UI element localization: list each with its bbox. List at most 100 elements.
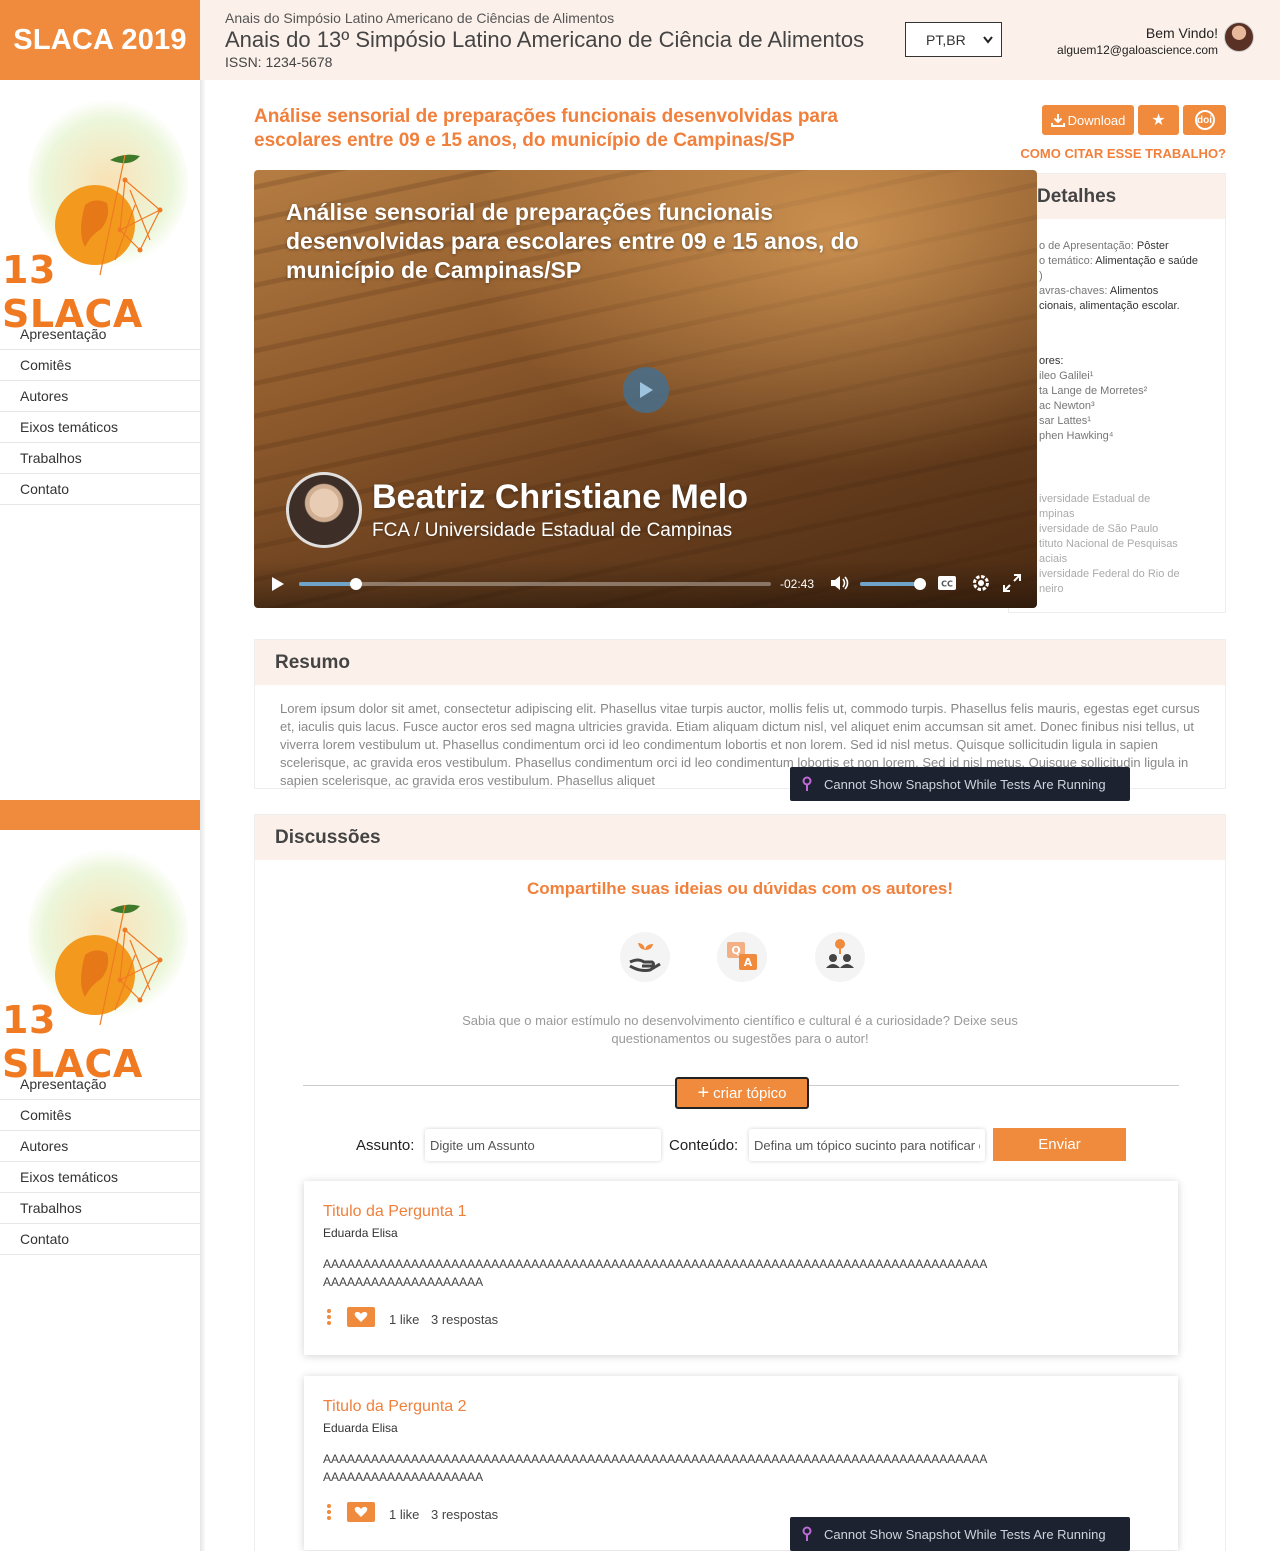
language-select[interactable]: PT,BR [905,22,1002,57]
like-count: 1 like [389,1507,420,1522]
snapshot-warning-text: Cannot Show Snapshot While Tests Are Run… [824,1526,1106,1542]
progress-handle[interactable] [349,578,362,590]
sidebar-item-trabalhos[interactable]: Trabalhos [0,1193,200,1224]
question-stats: 1 like 3 respostas [389,1507,498,1522]
captions-icon[interactable]: CC [937,575,957,591]
send-button[interactable]: Enviar [993,1128,1126,1161]
sidebar-item-autores[interactable]: Autores [0,1131,200,1162]
detail-row: o temático: Alimentação e saúde [1039,255,1198,267]
fullscreen-icon[interactable] [1003,574,1021,592]
question-title[interactable]: Titulo da Pergunta 1 [323,1203,467,1221]
heart-icon [354,1311,368,1322]
question-author: Eduarda Elisa [323,1226,398,1240]
cite-link[interactable]: COMO CITAR ESSE TRABALHO? [1020,146,1226,161]
author-item[interactable]: phen Hawking⁴ [1039,429,1225,444]
pin-icon [802,1526,812,1541]
issn-label: ISSN: 1234-5678 [225,54,333,70]
snapshot-warning-toast: Cannot Show Snapshot While Tests Are Run… [790,767,1130,801]
play-icon[interactable] [271,576,285,592]
discussoes-heading: Discussões [255,815,1225,860]
sidebar-item-autores[interactable]: Autores [0,381,200,412]
sidebar-repeat: 13 SLACA Apresentação Comitês Autores Ei… [0,800,200,1551]
authors-label: ores: [1039,355,1064,367]
details-body: o de Apresentação: Pôster o temático: Al… [1009,219,1225,597]
sidebar-item-contato[interactable]: Contato [0,474,200,505]
discussion-illustrations: QA [620,932,870,984]
presenter-photo [286,472,362,548]
svg-text:A: A [744,956,753,969]
like-count: 1 like [389,1312,420,1327]
presenter-affiliation: FCA / Universidade Estadual de Campinas [372,520,733,541]
discussoes-card: Discussões Compartilhe suas ideias ou dú… [254,814,1226,1551]
question-answer-icon: QA [717,932,767,982]
settings-gear-icon[interactable] [971,573,991,593]
sidebar-item-trabalhos[interactable]: Trabalhos [0,443,200,474]
play-button[interactable] [623,367,669,413]
sidebar: SLACA 2019 13 SLACA Apresentação Comitês… [0,0,200,800]
affiliation-line: iversidade Estadual de [1039,493,1151,505]
affiliation-line: mpinas [1039,508,1075,520]
author-item[interactable]: sar Lattes¹ [1039,414,1225,429]
brand-bar-cut [0,800,200,830]
more-options-icon[interactable] [327,1309,333,1327]
language-value: PT,BR [926,31,966,48]
sidebar-item-eixos[interactable]: Eixos temáticos [0,412,200,443]
like-button[interactable] [347,1307,375,1327]
question-card[interactable]: Titulo da Pergunta 1 Eduarda Elisa AAAAA… [304,1181,1178,1355]
download-button[interactable]: Download [1042,105,1134,135]
detail-row: o de Apresentação: Pôster [1039,240,1169,252]
question-body: AAAAAAAAAAAAAAAAAAAAAAAAAAAAAAAAAAAAAAAA… [323,1452,988,1484]
author-item[interactable]: ta Lange de Morretes² [1039,384,1225,399]
volume-fill [860,582,920,586]
conteudo-label: Conteúdo: [669,1137,739,1154]
more-options-icon[interactable] [327,1504,333,1522]
reply-count[interactable]: 3 respostas [431,1507,498,1522]
welcome-text: Bem Vindo! [1145,25,1218,41]
event-logo: 13 SLACA [0,80,200,336]
question-title[interactable]: Titulo da Pergunta 2 [323,1398,467,1416]
chevron-down-icon [983,35,993,44]
like-button[interactable] [347,1502,375,1522]
sidebar-item-comites[interactable]: Comitês [0,350,200,381]
heart-icon [354,1506,368,1517]
details-heading: Detalhes [1009,174,1225,219]
create-topic-button[interactable]: + criar tópico [675,1077,809,1109]
logo-text: 13 SLACA [2,248,143,336]
time-remaining: -02:43 [780,577,815,591]
create-topic-label: criar tópico [713,1084,787,1102]
video-controls: -02:43 CC [254,560,1037,608]
sidebar-shadow [200,0,206,1551]
conteudo-input[interactable] [749,1129,985,1161]
sidebar-item-contato[interactable]: Contato [0,1224,200,1255]
affiliation-line: aciais [1039,553,1068,565]
sidebar-nav: Apresentação Comitês Autores Eixos temát… [0,319,200,505]
discussion-subtext: Sabia que o maior estímulo no desenvolvi… [462,1013,1018,1046]
details-card: Detalhes o de Apresentação: Pôster o tem… [1008,173,1226,613]
author-item[interactable]: ileo Galilei¹ [1039,369,1225,384]
brand-title[interactable]: SLACA 2019 [0,0,200,80]
sidebar-item-comites[interactable]: Comitês [0,1100,200,1131]
author-item[interactable]: ac Newton³ [1039,399,1225,414]
volume-handle[interactable] [914,578,926,590]
discussion-cta: Compartilhe suas ideias ou dúvidas com o… [526,879,954,898]
assunto-input[interactable] [425,1129,661,1161]
svg-text:CC: CC [941,580,953,589]
user-avatar[interactable] [1224,22,1254,52]
reply-count[interactable]: 3 respostas [431,1312,498,1327]
doi-icon: doi [1194,110,1215,130]
favorite-button[interactable]: ★ [1138,105,1179,135]
detail-row: ) [1039,270,1043,282]
affiliation-line: iversidade Federal do Rio de [1039,568,1180,580]
snapshot-warning-text: Cannot Show Snapshot While Tests Are Run… [824,776,1106,792]
pin-icon [802,776,812,791]
progress-bar[interactable] [299,578,771,590]
volume-icon[interactable] [829,574,849,592]
play-icon [640,382,653,398]
sidebar-item-eixos[interactable]: Eixos temáticos [0,1162,200,1193]
doi-button[interactable]: doi [1183,105,1226,135]
star-icon: ★ [1151,112,1166,129]
affiliation-line: tituto Nacional de Pesquisas [1039,538,1178,550]
volume-slider[interactable] [860,578,926,590]
proceedings-subtitle: Anais do Simpósio Latino Americano de Ci… [225,10,615,26]
video-player[interactable]: Análise sensorial de preparações funcion… [254,170,1037,608]
